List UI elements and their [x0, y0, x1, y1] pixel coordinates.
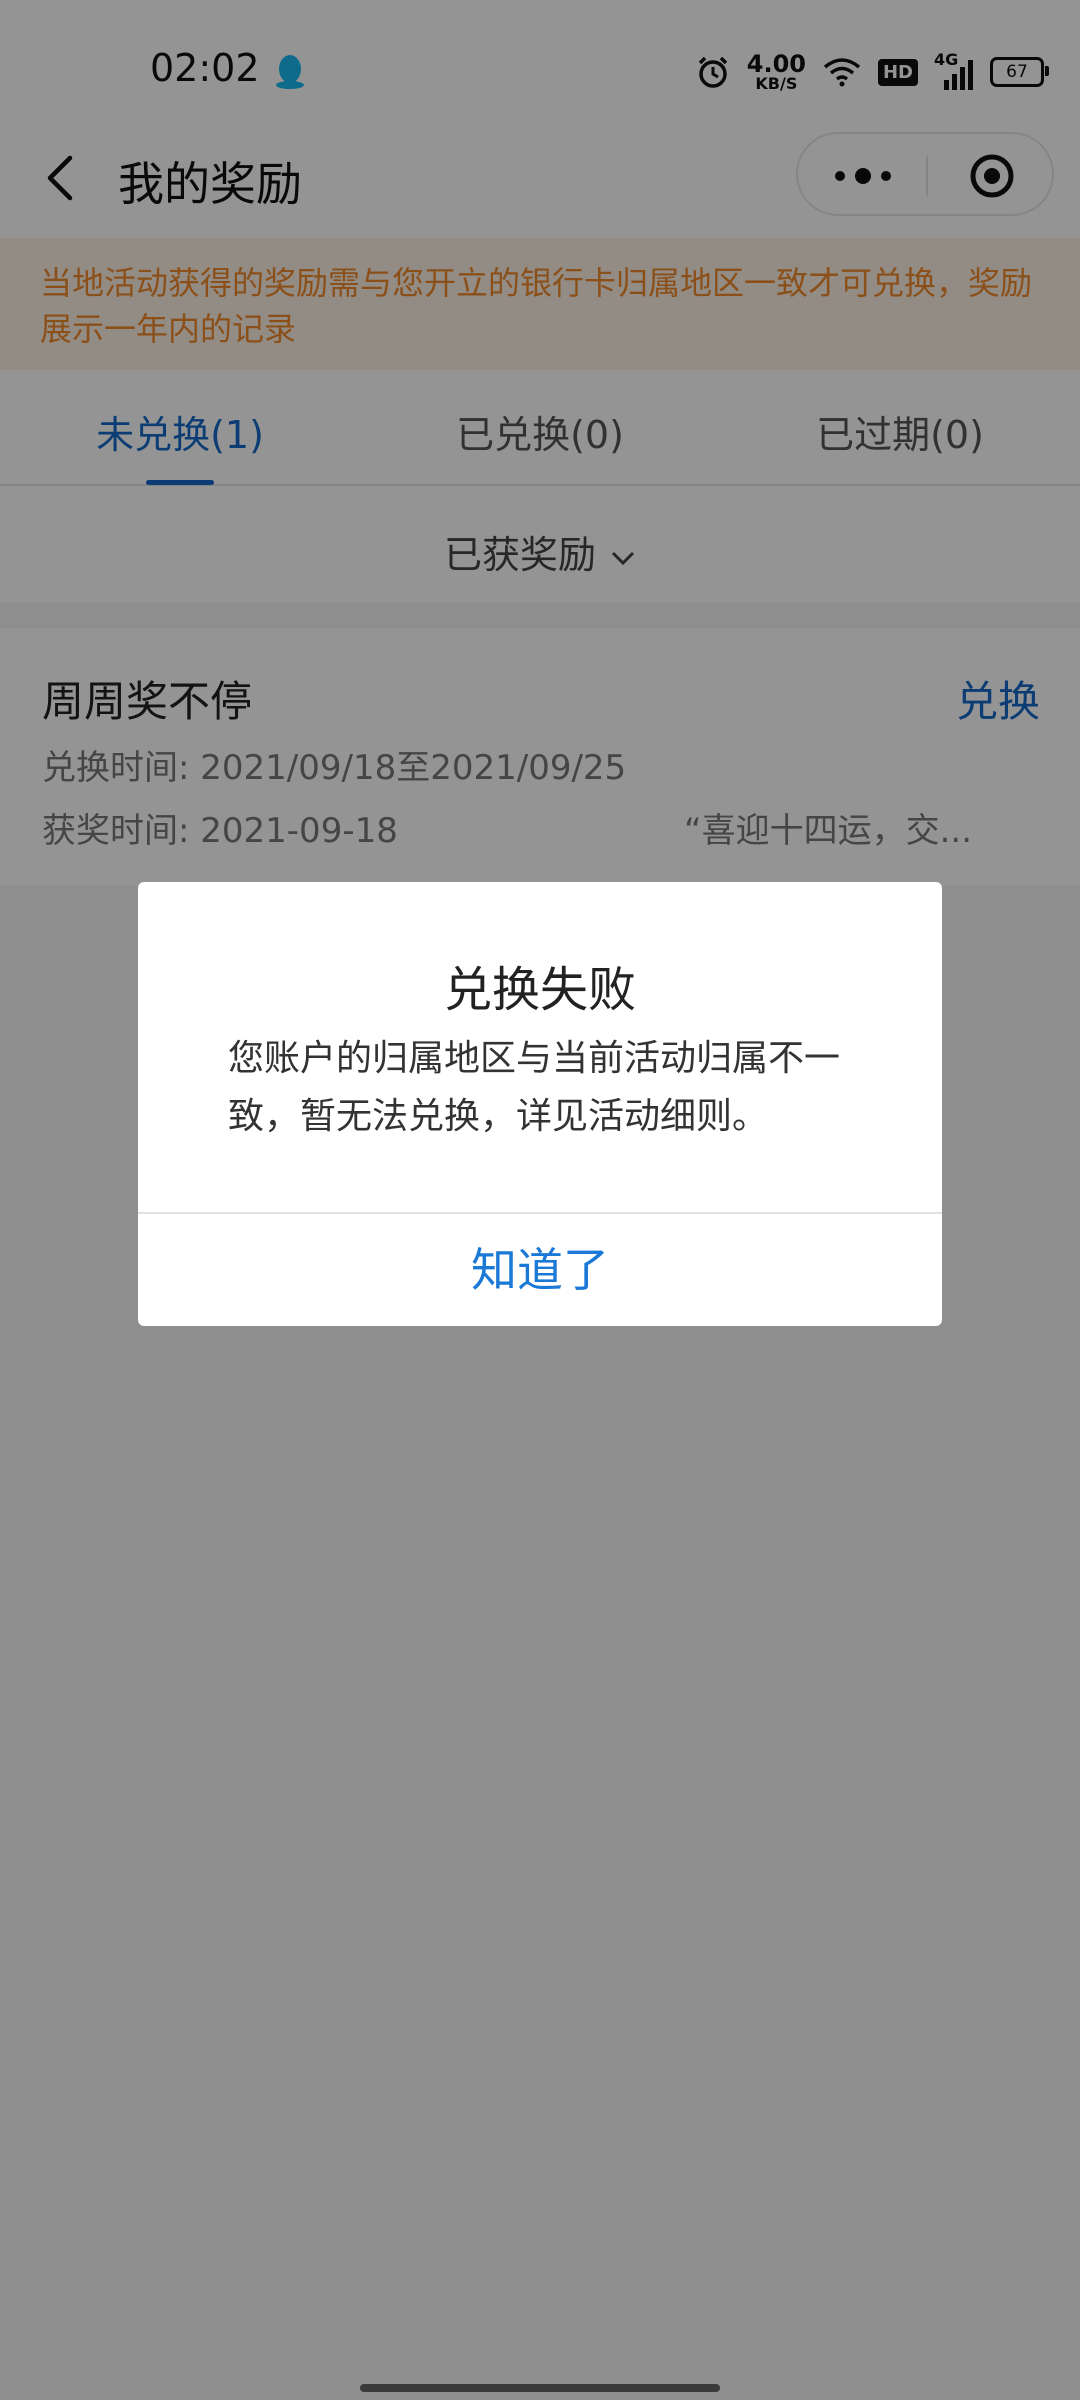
error-dialog: 兑换失败 您账户的归属地区与当前活动归属不一致，暂无法兑换，详见活动细则。 知道… [138, 882, 942, 1326]
dialog-confirm-button[interactable]: 知道了 [138, 1214, 942, 1326]
home-indicator[interactable] [360, 2384, 720, 2392]
dialog-title: 兑换失败 [443, 962, 636, 1018]
dialog-message: 您账户的归属地区与当前活动归属不一致，暂无法兑换，详见活动细则。 [228, 1038, 841, 1137]
